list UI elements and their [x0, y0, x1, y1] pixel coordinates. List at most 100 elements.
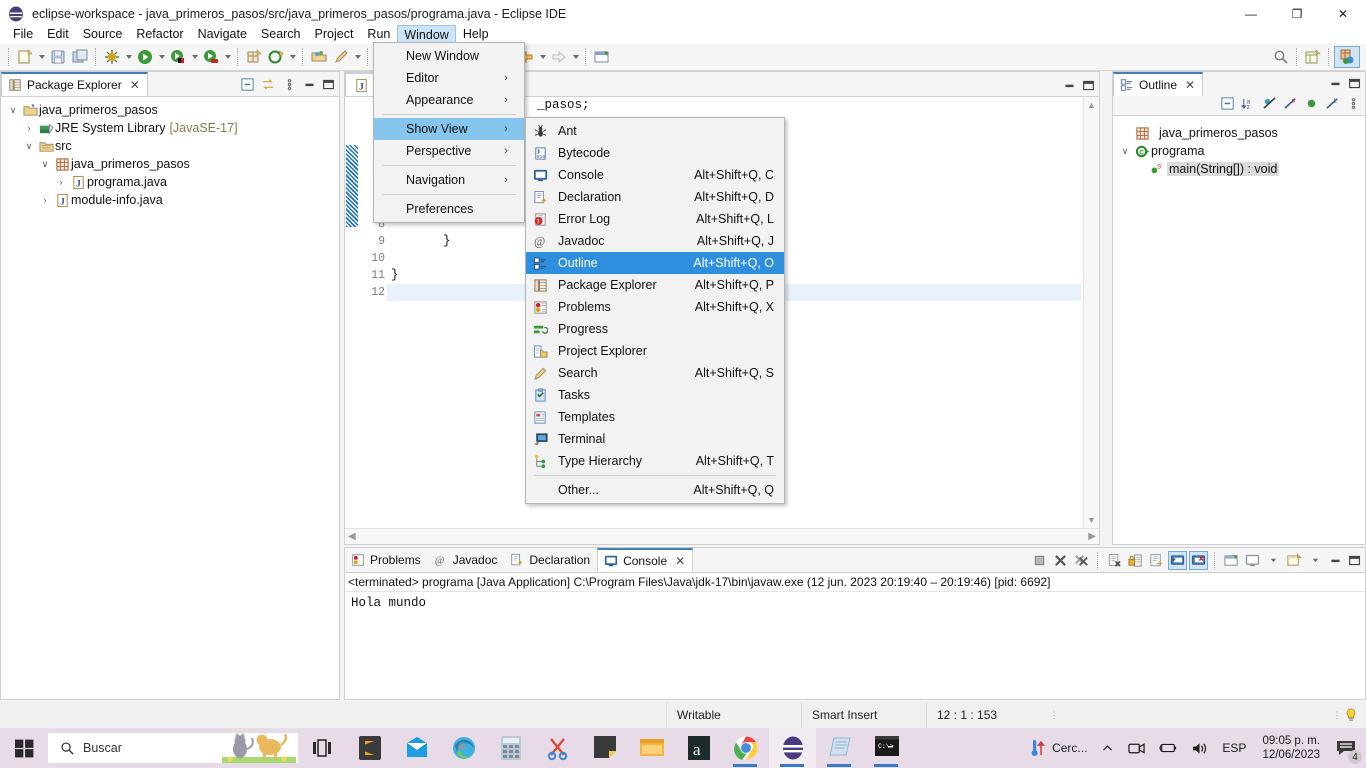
maximize-view-button[interactable]: [320, 76, 337, 94]
link-with-editor-button[interactable]: [259, 75, 278, 94]
notification-center-button[interactable]: 4: [1330, 728, 1362, 768]
menu-window[interactable]: Window: [397, 24, 456, 44]
menu-item-javadoc[interactable]: @ Javadoc Alt+Shift+Q, J: [526, 230, 784, 252]
save-all-button[interactable]: [69, 46, 91, 68]
open-console-dropdown[interactable]: [1306, 551, 1325, 570]
display-console-dropdown[interactable]: [1264, 551, 1283, 570]
taskbar-app-chrome[interactable]: [722, 728, 769, 768]
menu-item-appearance[interactable]: Appearance ›: [374, 89, 524, 111]
display-selected-console-button[interactable]: [1243, 551, 1262, 570]
tree-row[interactable]: ∨ java_primeros_pasos: [1, 101, 339, 119]
chevron-down-icon[interactable]: ∨: [37, 159, 53, 170]
scroll-left-arrow[interactable]: ◀: [348, 531, 356, 542]
maximize-outline-button[interactable]: [1346, 74, 1363, 92]
terminate-button[interactable]: [1030, 551, 1049, 570]
taskbar-app-eclipse[interactable]: [769, 728, 816, 768]
taskbar-app-sticky-notes[interactable]: [581, 728, 628, 768]
tree-row[interactable]: java_primeros_pasos: [1113, 124, 1365, 142]
remove-all-launches-button[interactable]: [1072, 551, 1091, 570]
menu-item-editor[interactable]: Editor ›: [374, 67, 524, 89]
menu-item-perspective[interactable]: Perspective ›: [374, 140, 524, 162]
menu-item-declaration[interactable]: Declaration Alt+Shift+Q, D: [526, 186, 784, 208]
menu-navigate[interactable]: Navigate: [191, 24, 254, 44]
run-external-tools-button[interactable]: [200, 46, 222, 68]
sort-button[interactable]: az: [1239, 94, 1258, 113]
clock[interactable]: 09:05 p. m. 12/06/2023: [1254, 728, 1328, 768]
forward-button[interactable]: [548, 46, 570, 68]
console-body[interactable]: <terminated> programa [Java Application]…: [345, 573, 1365, 699]
tab-package-explorer[interactable]: Package Explorer ✕: [1, 72, 148, 96]
taskbar-app-anaconda[interactable]: a: [675, 728, 722, 768]
menu-refactor[interactable]: Refactor: [129, 24, 190, 44]
taskbar-app-calculator[interactable]: [487, 728, 534, 768]
menu-item-tasks[interactable]: Tasks: [526, 384, 784, 406]
menu-item-console[interactable]: Console Alt+Shift+Q, C: [526, 164, 784, 186]
debug-button[interactable]: [101, 46, 123, 68]
search-input[interactable]: Buscar: [48, 733, 298, 763]
menu-item-ant[interactable]: Ant: [526, 120, 784, 142]
run-external-tools-dropdown[interactable]: [222, 46, 233, 68]
tab-outline[interactable]: Outline ✕: [1113, 72, 1204, 96]
scroll-down-arrow[interactable]: ▼: [1084, 512, 1099, 528]
menu-item-type-hierarchy[interactable]: Type Hierarchy Alt+Shift+Q, T: [526, 450, 784, 472]
pin-editor-button[interactable]: [591, 46, 613, 68]
hide-nonpublic-button[interactable]: [1302, 94, 1321, 113]
menu-item-bytecode[interactable]: 010 Bytecode: [526, 142, 784, 164]
weather-widget[interactable]: Cerc...: [1024, 728, 1093, 768]
scroll-right-arrow[interactable]: ▶: [1088, 531, 1096, 542]
menu-item-problems[interactable]: Problems Alt+Shift+Q, X: [526, 296, 784, 318]
menu-help[interactable]: Help: [456, 24, 496, 44]
collapse-all-button[interactable]: [1218, 94, 1237, 113]
hide-static-button[interactable]: s: [1281, 94, 1300, 113]
new-java-package-button[interactable]: [243, 46, 265, 68]
menu-source[interactable]: Source: [76, 24, 130, 44]
debug-dropdown[interactable]: [123, 46, 134, 68]
maximize-console-button[interactable]: [1346, 552, 1363, 570]
menu-item-show-view[interactable]: Show View ›: [374, 118, 524, 140]
show-console-on-error-button[interactable]: [1189, 551, 1208, 570]
menu-item-templates[interactable]: Templates: [526, 406, 784, 428]
tree-row[interactable]: ∨ src: [1, 137, 339, 155]
search-marker-dropdown[interactable]: [352, 46, 363, 68]
menu-item-progress[interactable]: Progress: [526, 318, 784, 340]
minimize-outline-button[interactable]: [1327, 74, 1344, 92]
hide-local-types-button[interactable]: L: [1323, 94, 1342, 113]
scroll-up-arrow[interactable]: ▲: [1084, 97, 1099, 113]
menu-item-other[interactable]: Other... Alt+Shift+Q, Q: [526, 479, 784, 501]
menu-item-preferences[interactable]: Preferences: [374, 198, 524, 220]
show-console-on-output-button[interactable]: [1168, 551, 1187, 570]
minimize-editor-button[interactable]: [1061, 76, 1078, 94]
tab-console[interactable]: Console ✕: [597, 548, 694, 572]
open-console-button[interactable]: [1285, 551, 1304, 570]
taskbar-app-mail[interactable]: [393, 728, 440, 768]
menu-item-project-explorer[interactable]: Project Explorer: [526, 340, 784, 362]
menu-run[interactable]: Run: [360, 24, 397, 44]
close-icon[interactable]: ✕: [675, 554, 685, 568]
menu-edit[interactable]: Edit: [40, 24, 76, 44]
tab-javadoc[interactable]: @ Javadoc: [428, 548, 505, 572]
close-icon[interactable]: ✕: [130, 78, 140, 92]
show-hidden-icons-button[interactable]: [1095, 728, 1120, 768]
run-last-tool-dropdown[interactable]: [189, 46, 200, 68]
menu-item-outline[interactable]: Outline Alt+Shift+Q, O: [526, 252, 784, 274]
status-drag-handle-right[interactable]: ⋮: [1330, 710, 1344, 721]
save-button[interactable]: [47, 46, 69, 68]
status-drag-handle[interactable]: ⋮: [1047, 710, 1061, 721]
open-perspective-button[interactable]: [1302, 46, 1324, 68]
word-wrap-button[interactable]: [1147, 551, 1166, 570]
new-wizard-button[interactable]: [14, 46, 36, 68]
tree-row[interactable]: ∨ java_primeros_pasos: [1, 155, 339, 173]
collapse-all-button[interactable]: [238, 75, 257, 94]
chevron-right-icon[interactable]: ›: [53, 177, 69, 187]
pin-console-button[interactable]: [1222, 551, 1241, 570]
chevron-down-icon[interactable]: ∨: [21, 141, 37, 152]
run-button[interactable]: [134, 46, 156, 68]
chevron-right-icon[interactable]: ›: [21, 123, 37, 133]
menu-file[interactable]: File: [6, 24, 40, 44]
tree-row[interactable]: › J module-info.java: [1, 191, 339, 209]
run-dropdown[interactable]: [156, 46, 167, 68]
maximize-editor-button[interactable]: [1080, 76, 1097, 94]
taskbar-app-notepad[interactable]: [816, 728, 863, 768]
java-perspective-button[interactable]: [1334, 46, 1360, 68]
taskbar-app-command-prompt[interactable]: C:\>: [863, 728, 910, 768]
